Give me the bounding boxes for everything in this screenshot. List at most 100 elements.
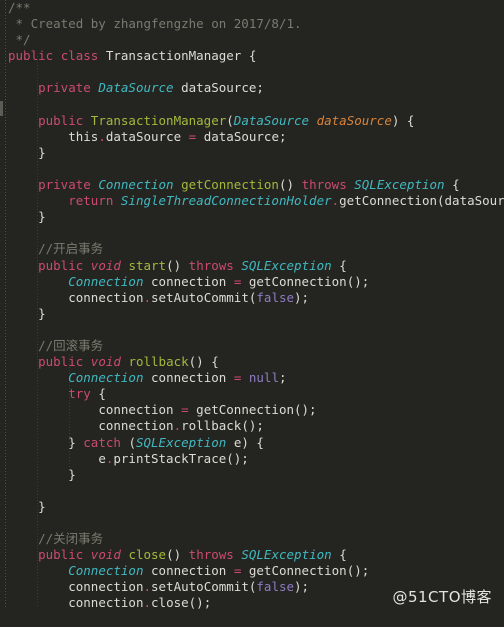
- method-rollback: rollback: [128, 354, 189, 370]
- keyword-class: class: [60, 48, 99, 64]
- keyword-throws: throws: [188, 547, 234, 563]
- paren-close: ): [391, 112, 400, 128]
- code-line-19: connection.setAutoCommit(false);: [0, 290, 504, 306]
- member-dot: .: [143, 579, 152, 595]
- code-line-2: * Created by zhangfengzhe on 2017/8/1.: [0, 16, 504, 32]
- keyword-public: public: [38, 112, 84, 128]
- open-brace: {: [98, 386, 106, 402]
- method-getconnection: getConnection: [181, 177, 279, 193]
- code-editor-viewport[interactable]: /** * Created by zhangfengzhe on 2017/8/…: [0, 0, 504, 627]
- code-line-20: }: [0, 306, 504, 322]
- method-call-getconnection: getConnection(dataSource);: [339, 193, 504, 209]
- assign-operator: =: [233, 370, 242, 386]
- open-brace: {: [248, 48, 257, 64]
- code-line-16: //开启事务: [0, 241, 504, 257]
- close-brace: }: [38, 305, 46, 321]
- type-connection: Connection: [98, 177, 174, 193]
- member-dot: .: [98, 128, 106, 144]
- paren-close-semicolon: );: [294, 579, 310, 595]
- type-connection: Connection: [68, 370, 144, 386]
- keyword-void: void: [90, 354, 121, 370]
- open-brace: {: [211, 354, 219, 370]
- literal-false: false: [256, 289, 295, 305]
- assign-operator: =: [233, 273, 242, 289]
- keyword-public: public: [38, 354, 84, 370]
- type-sqlexception: SQLException: [354, 177, 445, 193]
- type-connection: Connection: [68, 273, 144, 289]
- method-call-getconnection: getConnection();: [248, 273, 370, 289]
- paren-open: (: [226, 112, 234, 128]
- code-line-8: public TransactionManager(DataSource dat…: [0, 113, 504, 129]
- param-ref-datasource: dataSource;: [203, 128, 287, 144]
- keyword-throws: throws: [188, 257, 234, 273]
- semicolon: ;: [278, 370, 287, 386]
- keyword-public: public: [38, 547, 84, 563]
- method-start: start: [128, 257, 167, 273]
- keyword-private: private: [38, 177, 91, 193]
- keyword-void: void: [90, 547, 121, 563]
- keyword-public: public: [38, 257, 84, 273]
- open-brace: {: [339, 257, 347, 273]
- code-line-4: public class TransactionManager {: [0, 48, 504, 64]
- type-sqlexception: SQLException: [241, 257, 332, 273]
- method-call-setautocommit: setAutoCommit: [151, 289, 249, 305]
- comment-start-transaction: //开启事务: [38, 241, 104, 257]
- keyword-catch: catch: [83, 434, 121, 450]
- method-call-setautocommit: setAutoCommit: [151, 579, 249, 595]
- code-line-22: //回滚事务: [0, 338, 504, 354]
- source-code-block[interactable]: /** * Created by zhangfengzhe on 2017/8/…: [0, 0, 504, 627]
- watermark-51cto: @51CTO博客: [392, 588, 492, 606]
- code-line-12: private Connection getConnection() throw…: [0, 177, 504, 193]
- variable-connection: connection: [68, 579, 144, 595]
- method-call-getconnection: getConnection();: [248, 563, 370, 579]
- keyword-private: private: [38, 80, 91, 96]
- close-brace: }: [38, 144, 46, 160]
- constructor-name: TransactionManager: [90, 112, 227, 128]
- type-singlethreadconnectionholder: SingleThreadConnectionHolder: [120, 193, 332, 209]
- literal-false: false: [256, 579, 295, 595]
- method-call-close: close();: [151, 595, 212, 611]
- code-line-36: Connection connection = getConnection();: [0, 563, 504, 579]
- variable-connection: connection: [151, 370, 227, 386]
- javadoc-close: */: [8, 32, 31, 48]
- comment-close-transaction: //关闭事务: [38, 531, 104, 547]
- empty-parens: (): [188, 354, 204, 370]
- code-line-24: Connection connection = null;: [0, 370, 504, 386]
- type-sqlexception: SQLException: [241, 547, 332, 563]
- field-ref-datasource: dataSource: [105, 128, 182, 144]
- close-brace: }: [38, 498, 46, 514]
- variable-connection: connection: [151, 273, 227, 289]
- open-brace: {: [406, 112, 415, 128]
- keyword-public: public: [8, 48, 54, 64]
- method-call-getconnection: getConnection();: [196, 402, 317, 418]
- close-brace: }: [68, 434, 76, 450]
- code-line-28: } catch (SQLException e) {: [0, 435, 504, 451]
- method-close: close: [128, 547, 167, 563]
- close-brace: }: [38, 209, 46, 225]
- keyword-throws: throws: [301, 177, 347, 193]
- code-line-17: public void start() throws SQLException …: [0, 258, 504, 274]
- type-sqlexception: SQLException: [135, 434, 227, 450]
- code-line-32: }: [0, 499, 504, 515]
- parameter-datasource: dataSource: [316, 112, 392, 128]
- keyword-try: try: [68, 386, 91, 402]
- code-line-27: connection.rollback();: [0, 418, 504, 434]
- empty-parens: (): [166, 257, 182, 273]
- code-line-9: this.dataSource = dataSource;: [0, 129, 504, 145]
- code-line-1: /**: [0, 0, 504, 16]
- code-line-18: Connection connection = getConnection();: [0, 274, 504, 290]
- type-connection: Connection: [68, 563, 144, 579]
- empty-parens: (): [278, 177, 295, 193]
- keyword-this: this: [68, 128, 99, 144]
- code-line-23: public void rollback() {: [0, 354, 504, 370]
- code-line-10: }: [0, 145, 504, 161]
- code-line-13: return SingleThreadConnectionHolder.getC…: [0, 193, 504, 209]
- member-dot: .: [173, 418, 182, 434]
- assign-operator: =: [188, 128, 197, 144]
